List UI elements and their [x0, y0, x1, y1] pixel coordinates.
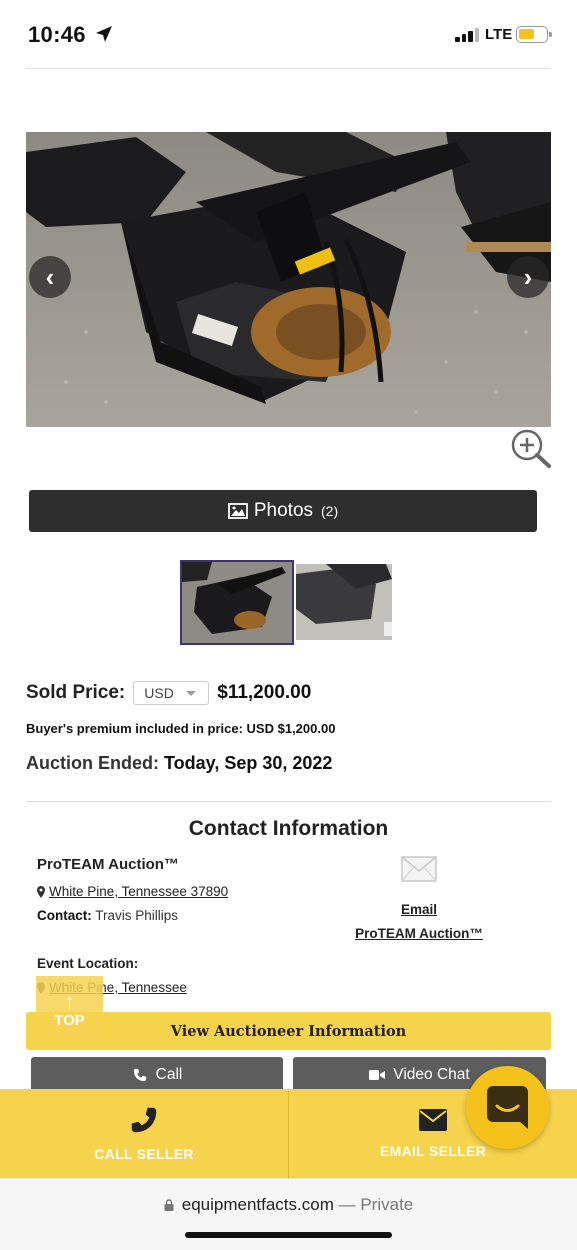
email-link-line1: Email [400, 902, 438, 917]
top-label: TOP [54, 1011, 85, 1029]
status-bar: 10:46 LTE [0, 0, 577, 70]
divider [26, 801, 551, 802]
image-icon [227, 503, 248, 519]
envelope-icon[interactable] [401, 856, 437, 882]
phone-icon [133, 1068, 146, 1082]
event-location-label: Event Location: [37, 956, 139, 971]
contact-name: Travis Phillips [95, 908, 179, 923]
video-chat-label: Video Chat [393, 1066, 470, 1083]
call-button[interactable]: Call [31, 1057, 283, 1093]
url-domain: equipmentfacts.com [181, 1195, 334, 1214]
buyers-premium: Buyer's premium included in price: USD $… [26, 721, 335, 736]
lock-icon [164, 1199, 174, 1211]
chevron-right-icon[interactable]: › [507, 256, 549, 298]
scroll-top-button[interactable]: ↑ TOP [36, 976, 103, 1044]
premium-value: USD $1,200.00 [246, 721, 336, 736]
status-time: 10:46 [28, 22, 86, 47]
email-seller-label: EMAIL SELLER [379, 1142, 487, 1159]
network-label: LTE [485, 26, 513, 43]
browsing-mode: Private [360, 1195, 414, 1214]
chevron-down-icon [186, 691, 197, 696]
auction-ended: Auction Ended: Today, Sep 30, 2022 [26, 753, 332, 774]
sold-price-value: $11,200.00 [217, 682, 312, 703]
auction-ended-label: Auction Ended: [26, 753, 159, 773]
url-display[interactable]: equipmentfacts.com — Private [0, 1195, 577, 1215]
url-separator: — [338, 1195, 356, 1214]
view-auctioneer-button[interactable]: View Auctioneer Information [26, 1012, 551, 1050]
divider [26, 68, 551, 69]
sold-price-label: Sold Price: [26, 682, 126, 703]
photos-count: (2) [321, 503, 339, 519]
zoom-in-icon[interactable] [507, 427, 553, 469]
thumbnail-2[interactable] [296, 564, 392, 640]
browser-url-bar[interactable]: equipmentfacts.com — Private [0, 1178, 577, 1250]
contact-heading: Contact Information [188, 817, 389, 840]
auction-ended-value: Today, Sep 30, 2022 [164, 753, 333, 773]
sold-price-row: Sold Price: USD $11,200.00 [26, 680, 311, 706]
phone-icon [131, 1107, 157, 1132]
call-seller-button[interactable]: CALL SELLER [0, 1089, 288, 1178]
email-seller-link[interactable]: Email ProTEAM Auction™ [340, 898, 498, 946]
battery-icon [516, 26, 552, 43]
arrow-up-icon: ↑ [64, 988, 75, 1014]
envelope-icon [419, 1108, 447, 1131]
contact-label: Contact: [37, 908, 92, 923]
call-label: Call [155, 1066, 183, 1083]
call-seller-label: CALL SELLER [94, 1145, 194, 1162]
photos-button[interactable]: Photos (2) [29, 490, 537, 532]
seller-location: White Pine, Tennessee 37890 [37, 884, 228, 899]
email-link-line2: ProTEAM Auction™ [355, 926, 483, 941]
video-icon [369, 1070, 386, 1080]
currency-select[interactable]: USD [133, 681, 210, 705]
chevron-left-icon[interactable]: ‹ [29, 256, 71, 298]
premium-label: Buyer's premium included in price: [26, 721, 243, 736]
listing-main-image[interactable] [26, 132, 551, 427]
location-arrow-icon [96, 26, 112, 42]
currency-value: USD [144, 685, 174, 701]
chat-icon [487, 1086, 528, 1129]
home-indicator[interactable] [185, 1232, 392, 1238]
company-name: ProTEAM Auction™ [37, 856, 179, 873]
pin-icon [37, 885, 45, 898]
contact-person: Contact: Travis Phillips [37, 908, 178, 923]
photos-label: Photos [253, 500, 314, 521]
chat-button[interactable] [466, 1066, 549, 1149]
signal-icon [455, 28, 481, 42]
thumbnail-1[interactable] [180, 560, 294, 645]
seller-location-link[interactable]: White Pine, Tennessee 37890 [49, 884, 228, 899]
